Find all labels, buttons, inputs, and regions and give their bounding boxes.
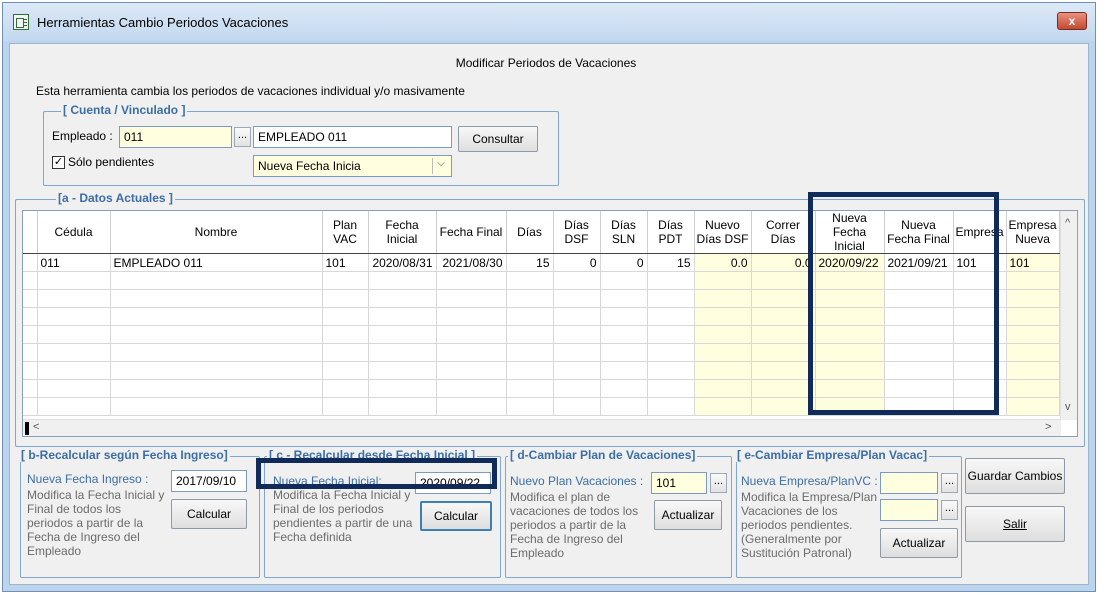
pendientes-label: Sólo pendientes — [68, 155, 155, 169]
scroll-left-icon[interactable]: < — [33, 421, 39, 433]
panel-c-description: Modifica la Fecha Inicial y Final de los… — [273, 488, 413, 544]
panel-d-field-label: Nuevo Plan Vacaciones : — [510, 474, 644, 488]
pendientes-checkbox[interactable]: ✓ — [52, 156, 65, 169]
column-header[interactable]: Empresa Nueva — [1006, 211, 1060, 254]
empresa-lookup-button[interactable]: ... — [941, 473, 958, 493]
table-cell[interactable]: 2020/08/31 — [368, 253, 437, 272]
table-cell[interactable]: 101 — [322, 253, 369, 272]
table-cell[interactable]: 0.0 — [694, 253, 752, 272]
panel-b-field-label: Nueva Fecha Ingreso : — [27, 472, 149, 486]
scroll-down-icon[interactable]: v — [1065, 401, 1071, 413]
panel-d-title: [ d-Cambiar Plan de Vacaciones] — [508, 448, 698, 462]
window-title: Herramientas Cambio Periodos Vacaciones — [37, 15, 289, 30]
panel-b-description: Modifica la Fecha Inicial y Final de tod… — [27, 488, 165, 558]
column-header[interactable]: Nuevo Días DSF — [694, 211, 752, 254]
panel-b-group: [ b-Recalcular según Fecha Ingreso] Nuev… — [19, 448, 260, 578]
cuenta-group: [ Cuenta / Vinculado ] Empleado : 011 ..… — [43, 103, 559, 186]
highlight-nueva-fechas — [808, 192, 999, 415]
column-header[interactable]: Nombre — [110, 211, 323, 254]
panel-d-group: [ d-Cambiar Plan de Vacaciones] Nuevo Pl… — [505, 448, 732, 578]
column-header[interactable]: Fecha Final — [436, 211, 507, 254]
consultar-button[interactable]: Consultar — [458, 126, 538, 152]
salir-button[interactable]: Salir — [965, 506, 1065, 542]
scroll-up-icon[interactable]: ^ — [1065, 217, 1070, 229]
table-cell[interactable]: 0 — [600, 253, 648, 272]
row-indicator[interactable] — [23, 253, 38, 272]
empleado-lookup-button[interactable]: ... — [234, 127, 251, 147]
highlight-nueva-fecha-inicial — [256, 458, 497, 489]
plan-lookup-button[interactable]: ... — [710, 473, 727, 493]
column-header[interactable]: Días PDT — [647, 211, 695, 254]
panel-e-title: [ e-Cambiar Empresa/Plan Vacac] — [735, 448, 930, 462]
table-cell[interactable]: 2021/08/30 — [436, 253, 507, 272]
table-cell[interactable]: 15 — [506, 253, 554, 272]
guardar-cambios-button[interactable]: Guardar Cambios — [965, 458, 1065, 494]
column-header[interactable]: Fecha Inicial — [368, 211, 437, 254]
panel-e-field-label: Nueva Empresa/PlanVC : — [741, 474, 878, 488]
plan-vacaciones-input[interactable]: 101 — [651, 472, 707, 494]
column-header[interactable]: Días SLN — [600, 211, 648, 254]
calcular-b-button[interactable]: Calcular — [171, 499, 247, 529]
close-button[interactable]: x — [1057, 12, 1087, 30]
planvc-input[interactable] — [880, 499, 938, 521]
app-icon — [13, 14, 29, 30]
fecha-ingreso-input[interactable]: 2017/09/10 — [171, 470, 247, 492]
row-indicator-header — [23, 211, 38, 254]
actualizar-d-button[interactable]: Actualizar — [654, 500, 722, 530]
table-cell[interactable]: 15 — [647, 253, 695, 272]
column-header[interactable]: Cédula — [37, 211, 111, 254]
page-title: Modificar Periodos de Vacaciones — [455, 56, 637, 70]
empleado-label: Empleado : — [52, 129, 113, 143]
panel-d-description: Modifica el plan de vacaciones de todos … — [510, 490, 639, 560]
calcular-c-button[interactable]: Calcular — [420, 501, 492, 531]
scroll-right-icon[interactable]: > — [1045, 421, 1051, 433]
panel-b-title: [ b-Recalcular según Fecha Ingreso] — [19, 448, 230, 462]
empresa-input[interactable] — [880, 472, 938, 494]
table-cell[interactable]: 0.0 — [751, 253, 816, 272]
column-header[interactable]: Plan VAC — [322, 211, 369, 254]
tool-description: Esta herramienta cambia los periodos de … — [36, 84, 465, 98]
vertical-scrollbar[interactable]: ^ v — [1060, 211, 1077, 420]
datos-group-title: [a - Datos Actuales ] — [56, 191, 175, 205]
mode-select[interactable]: Nueva Fecha Inicia — [253, 155, 452, 177]
empleado-name-field[interactable]: EMPLEADO 011 — [253, 126, 452, 148]
title-bar[interactable]: Herramientas Cambio Periodos Vacaciones … — [3, 3, 1095, 41]
column-header[interactable]: Días DSF — [553, 211, 601, 254]
table-cell[interactable]: EMPLEADO 011 — [110, 253, 323, 272]
chevron-down-icon[interactable]: ⌵ — [432, 158, 449, 174]
cuenta-group-title: [ Cuenta / Vinculado ] — [61, 103, 188, 117]
actualizar-e-button[interactable]: Actualizar — [880, 528, 958, 558]
horizontal-scrollbar[interactable]: < > — [23, 419, 1061, 436]
panel-e-description: Modifica la Empresa/Plan Vacaciones de l… — [741, 490, 878, 560]
scroll-thumb[interactable] — [25, 422, 29, 435]
table-cell[interactable]: 0 — [553, 253, 601, 272]
table-cell[interactable]: 011 — [37, 253, 111, 272]
column-header[interactable]: Correr Días — [751, 211, 816, 254]
panel-e-group: [ e-Cambiar Empresa/Plan Vacac] Nueva Em… — [735, 448, 962, 578]
planvc-lookup-button[interactable]: ... — [941, 500, 958, 520]
table-cell[interactable]: 101 — [1006, 253, 1060, 272]
empleado-code-input[interactable]: 011 — [119, 126, 232, 148]
column-header[interactable]: Días — [506, 211, 554, 254]
